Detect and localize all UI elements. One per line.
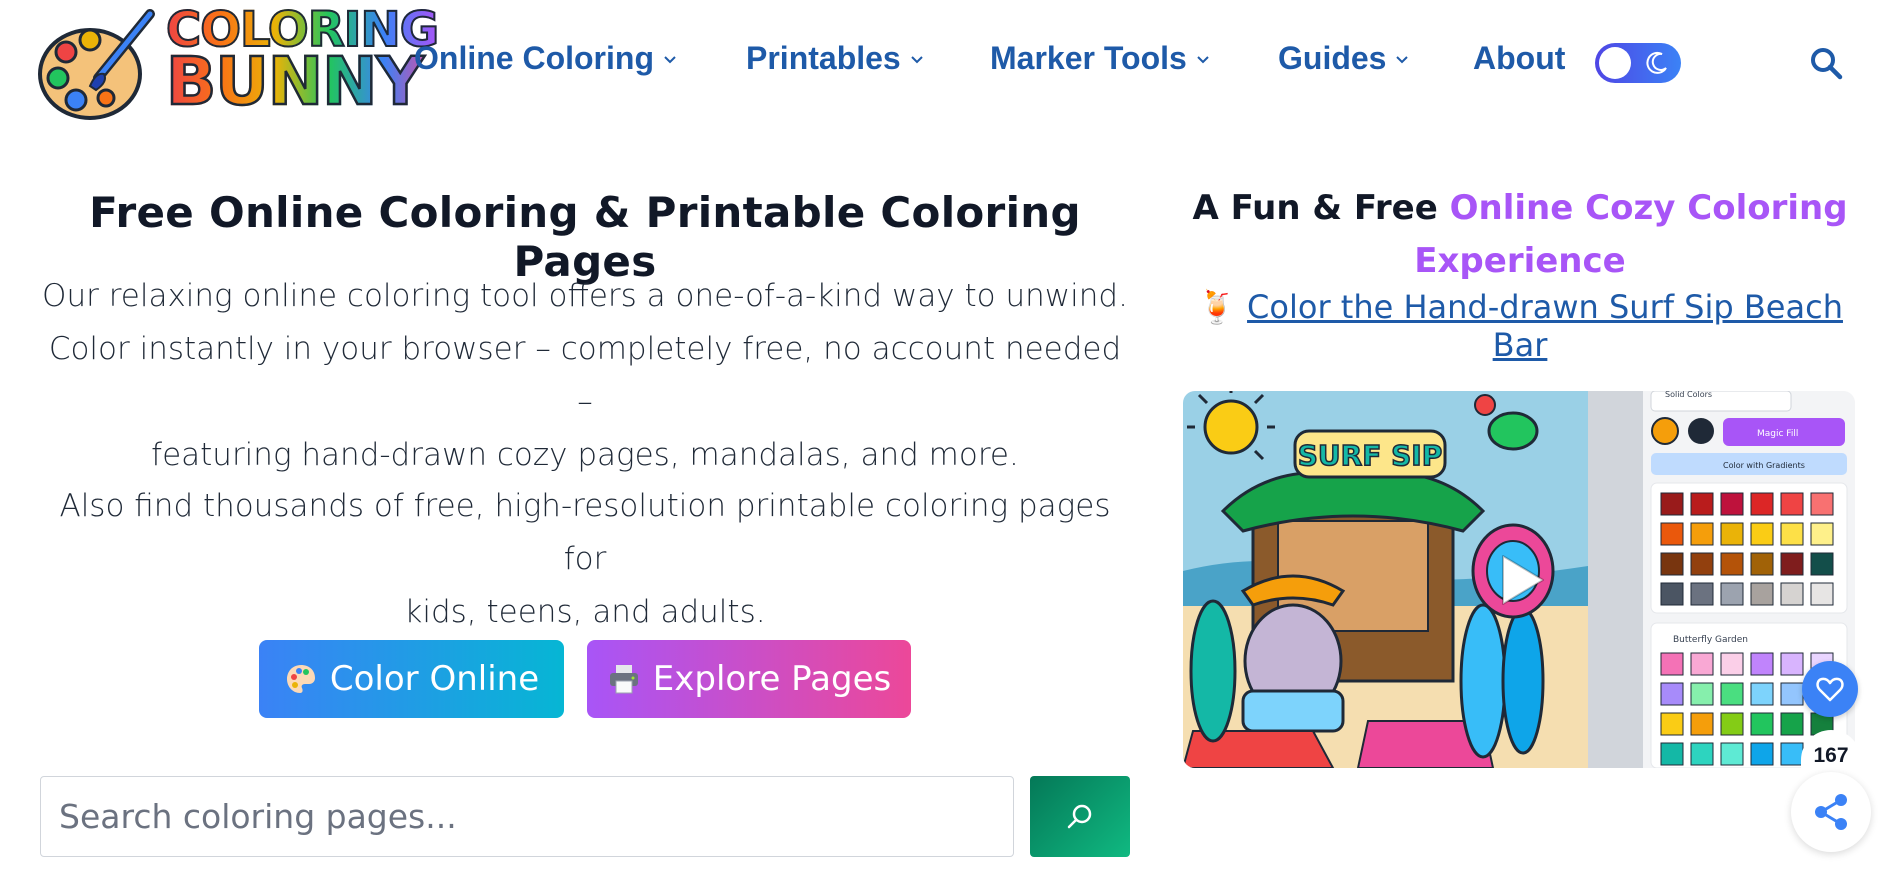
panel-solid-colors: Solid Colors <box>1665 391 1712 399</box>
nav-item-about[interactable]: About <box>1473 40 1565 77</box>
color-online-button[interactable]: Color Online <box>259 640 564 718</box>
panel-palette-name: Butterfly Garden <box>1673 635 1748 645</box>
hero-description-line: kids, teens, and adults. <box>404 594 766 630</box>
palette-icon <box>286 665 315 693</box>
chevron-down-icon <box>1396 55 1409 63</box>
heart-icon <box>1816 677 1844 702</box>
printer-icon <box>609 665 638 694</box>
panel-gradients: Color with Gradients <box>1723 461 1805 470</box>
nav-item-online-coloring[interactable]: Online Coloring <box>414 40 678 77</box>
nav-item-label: About <box>1473 40 1566 76</box>
chevron-down-icon <box>1197 55 1209 63</box>
sidebar-title-accent: Online Cozy Coloring Experience <box>1414 188 1848 281</box>
nav-item-label: Guides <box>1278 40 1387 76</box>
nav-item-label: Marker Tools <box>990 40 1187 76</box>
sidebar-title-prefix: A Fun & Free <box>1192 188 1450 228</box>
sidebar-title: A Fun & Free Online Cozy Coloring Experi… <box>1180 182 1860 288</box>
featured-link-row: 🍹 Color the Hand-drawn Surf Sip Beach Ba… <box>1180 288 1860 364</box>
dark-mode-toggle[interactable] <box>1595 43 1681 83</box>
hero-description-line: Color instantly in your browser – comple… <box>48 331 1122 420</box>
favorite-button[interactable] <box>1802 661 1858 717</box>
featured-page-link[interactable]: Color the Hand-drawn Surf Sip Beach Bar <box>1247 288 1843 364</box>
explore-pages-button[interactable]: Explore Pages <box>587 640 911 718</box>
color-online-label: Color Online <box>329 659 540 699</box>
moon-icon <box>1646 51 1667 74</box>
share-icon <box>1815 794 1847 830</box>
nav-item-marker-tools[interactable]: Marker Tools <box>990 40 1211 77</box>
search-icon <box>1067 804 1092 828</box>
chevron-down-icon <box>911 55 923 63</box>
hero-description-printables: Also find thousands of free, high-resolu… <box>40 480 1130 639</box>
hero-description: Our relaxing online coloring tool offers… <box>40 270 1130 482</box>
panel-magic-fill: Magic Fill <box>1757 429 1798 439</box>
search-icon[interactable] <box>1808 45 1844 81</box>
search-submit-button[interactable] <box>1030 776 1130 857</box>
nav-item-label: Online Coloring <box>414 40 654 76</box>
site-header: COLORING BUNNY Online Coloring Printable… <box>0 0 1896 130</box>
chevron-down-icon <box>664 55 676 63</box>
hero-description-line: Our relaxing online coloring tool offers… <box>42 278 1128 314</box>
search-input[interactable] <box>40 776 1014 857</box>
nav-item-label: Printables <box>746 40 901 76</box>
hero-description-line: featuring hand-drawn cozy pages, mandala… <box>151 437 1019 473</box>
explore-pages-label: Explore Pages <box>652 659 892 699</box>
play-icon[interactable] <box>1487 548 1551 612</box>
surf-sip-sign: SURF SIP <box>1298 439 1442 472</box>
share-button[interactable] <box>1791 772 1871 852</box>
nav-item-guides[interactable]: Guides <box>1278 40 1410 77</box>
nav-item-printables[interactable]: Printables <box>746 40 925 77</box>
hero-description-line: Also find thousands of free, high-resolu… <box>59 488 1111 577</box>
tropical-drink-icon: 🍹 <box>1197 288 1237 326</box>
toggle-knob <box>1599 47 1631 79</box>
